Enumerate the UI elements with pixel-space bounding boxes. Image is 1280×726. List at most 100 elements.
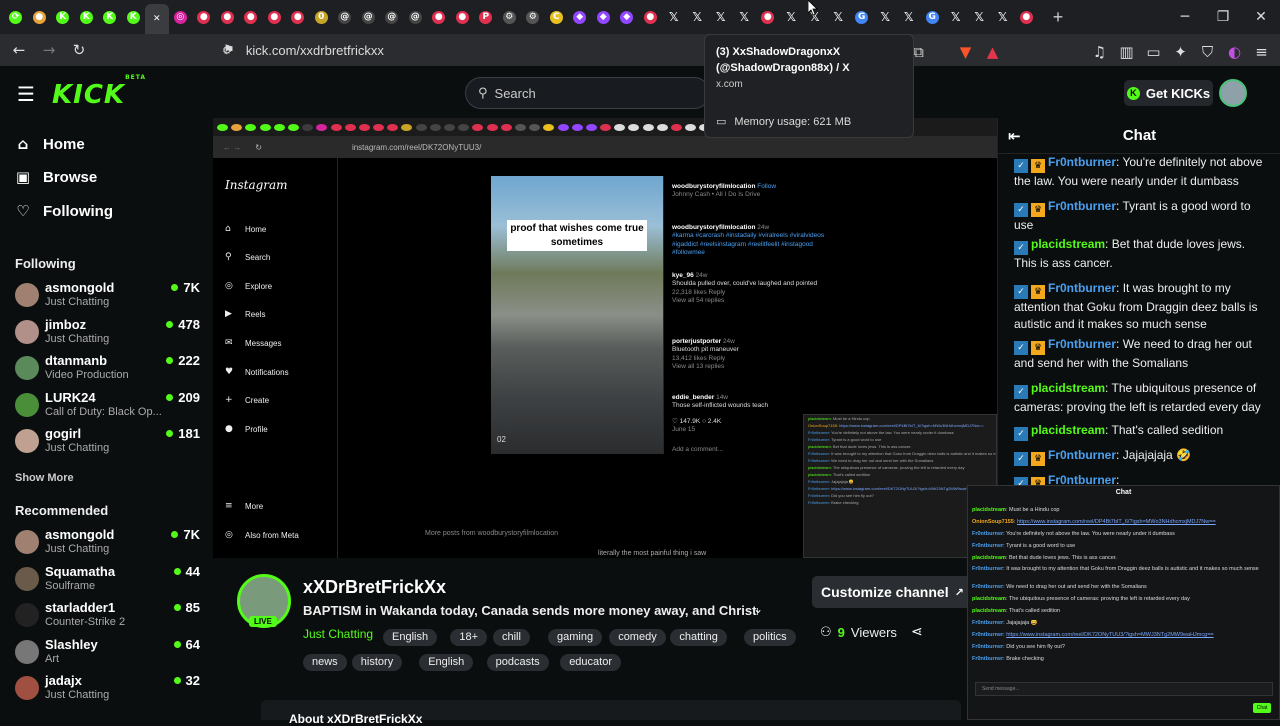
browser-tab[interactable]: K [98, 4, 122, 30]
channel-name[interactable]: xXDrBretFrickXx [303, 577, 446, 598]
browser-tab[interactable]: ● [263, 4, 287, 30]
browser-tab[interactable]: 𝕏 [897, 4, 921, 30]
stream-tag[interactable]: politics [744, 629, 796, 646]
brave-shield-icon[interactable]: ▼ [953, 38, 978, 66]
browser-tab[interactable]: K [51, 4, 75, 30]
media-icon[interactable]: ♫ [1087, 38, 1112, 66]
stream-tag[interactable]: gaming [548, 629, 603, 646]
browser-tab[interactable]: P [474, 4, 498, 30]
browser-tab[interactable]: G [850, 4, 874, 30]
sidebar-channel[interactable]: asmongold Just Chatting 7K [15, 278, 200, 312]
minimize-icon[interactable]: ─ [1166, 0, 1204, 34]
chat-username[interactable]: placidstream [1031, 381, 1105, 395]
sidebar-channel[interactable]: dtanmanb Video Production 222 [15, 351, 200, 385]
brave-rewards-icon[interactable]: ▲ [980, 38, 1005, 66]
browser-tab[interactable]: ◆ [568, 4, 592, 30]
wallet-icon[interactable]: ▭ [1141, 38, 1166, 66]
close-window-icon[interactable]: ✕ [1242, 0, 1280, 34]
browser-tab[interactable]: 𝕏 [944, 4, 968, 30]
browser-tab[interactable]: C [545, 4, 569, 30]
browser-tab[interactable]: ✕ [145, 4, 169, 34]
browser-tab[interactable]: ● [1015, 4, 1039, 30]
chat-username[interactable]: placidstream [1031, 237, 1105, 251]
browser-tab[interactable]: ● [427, 4, 451, 30]
overlay-chat-button[interactable]: Chat [1253, 703, 1271, 713]
browser-tab[interactable]: 0 [310, 4, 334, 30]
forward-icon[interactable]: → [34, 36, 64, 64]
nav-browse[interactable]: ▣ Browse [15, 168, 97, 186]
browser-tab[interactable]: ● [216, 4, 240, 30]
new-tab-icon[interactable]: + [1046, 5, 1070, 29]
browser-tab[interactable]: G [921, 4, 945, 30]
browser-tab[interactable]: 𝕏 [733, 4, 757, 30]
stream-player[interactable]: ← → ↻ instagram.com/reel/DK72ONyTUU3/ In… [213, 118, 997, 558]
browser-tab[interactable]: @ [333, 4, 357, 30]
stream-tag[interactable]: 18+ [450, 629, 488, 646]
browser-tab[interactable]: 𝕏 [991, 4, 1015, 30]
chevron-down-icon[interactable]: ⌄ [753, 602, 763, 616]
stream-tag[interactable]: podcasts [486, 654, 549, 671]
sidebar-channel[interactable]: asmongold Just Chatting 7K [15, 525, 200, 559]
chat-username[interactable]: placidstream [1031, 423, 1105, 437]
browser-tab[interactable]: ● [239, 4, 263, 30]
stream-tag[interactable]: history [351, 654, 403, 671]
stream-tag[interactable]: English [383, 629, 438, 646]
nav-home[interactable]: ⌂ Home [15, 135, 85, 153]
browser-tab[interactable]: 𝕏 [968, 4, 992, 30]
sidebar-channel[interactable]: jimboz Just Chatting 478 [15, 315, 200, 349]
browser-tab[interactable]: 𝕏 [874, 4, 898, 30]
sidebar-channel[interactable]: starladder1 Counter-Strike 2 85 [15, 598, 200, 632]
browser-tab[interactable]: ● [192, 4, 216, 30]
menu-icon[interactable]: ≡ [1249, 38, 1274, 66]
browser-tab[interactable]: ◆ [615, 4, 639, 30]
sidebar-channel[interactable]: gogirl Just Chatting 181 [15, 424, 200, 458]
sidebar-channel[interactable]: Slashley Art 64 [15, 635, 200, 669]
overlay-message-input[interactable]: Send message... [975, 682, 1273, 696]
sidebar-channel[interactable]: jadajx Just Chatting 32 [15, 671, 200, 705]
reload-icon[interactable]: ↻ [64, 36, 94, 64]
extension-icon[interactable]: ◐ [1222, 38, 1247, 66]
show-more-button[interactable]: Show More [15, 472, 74, 484]
browser-tab[interactable]: 𝕏 [709, 4, 733, 30]
browser-tab[interactable]: ● [28, 4, 52, 30]
browser-tab[interactable]: ⚙ [521, 4, 545, 30]
hamburger-menu-icon[interactable]: ☰ [17, 82, 35, 106]
browser-tab[interactable]: ◎ [169, 4, 193, 30]
browser-tab[interactable]: 𝕏 [686, 4, 710, 30]
customize-channel-button[interactable]: Customize channel ↗ [812, 576, 972, 608]
stream-tag[interactable]: chill [493, 629, 530, 646]
browser-tab[interactable]: @ [404, 4, 428, 30]
browser-tab[interactable]: ● [286, 4, 310, 30]
leo-icon[interactable]: ✦ [1168, 38, 1193, 66]
collapse-chat-icon[interactable]: ⇤ [1008, 127, 1021, 145]
browser-tab[interactable]: ⚙ [498, 4, 522, 30]
search-input[interactable]: ⚲ Search [465, 77, 710, 109]
browser-tab[interactable]: ● [451, 4, 475, 30]
back-icon[interactable]: ← [4, 36, 34, 64]
chat-username[interactable]: Fr0ntburner [1048, 281, 1116, 295]
sidebar-icon[interactable]: ▥ [1114, 38, 1139, 66]
chat-username[interactable]: Fr0ntburner [1048, 155, 1116, 169]
chat-username[interactable]: Fr0ntburner [1048, 199, 1116, 213]
restore-icon[interactable]: ❐ [1204, 0, 1242, 34]
browser-tab[interactable]: @ [357, 4, 381, 30]
browser-tab[interactable]: 𝕏 [827, 4, 851, 30]
browser-tab[interactable]: ● [756, 4, 780, 30]
browser-tab[interactable]: K [75, 4, 99, 30]
share-icon[interactable]: ⋖ [911, 624, 923, 640]
browser-tab[interactable]: ⟳ [4, 4, 28, 30]
stream-tag[interactable]: comedy [609, 629, 666, 646]
nav-following[interactable]: ♡ Following [15, 202, 113, 220]
browser-tab[interactable]: 𝕏 [780, 4, 804, 30]
browser-tab[interactable]: @ [380, 4, 404, 30]
browser-tab[interactable]: 𝕏 [662, 4, 686, 30]
chat-username[interactable]: Fr0ntburner [1048, 337, 1116, 351]
sidebar-channel[interactable]: Squamatha Soulframe 44 [15, 562, 200, 596]
get-kicks-button[interactable]: K Get KICKs [1124, 80, 1213, 106]
stream-tag[interactable]: chatting [670, 629, 727, 646]
stream-tag[interactable]: educator [560, 654, 621, 671]
stream-tag[interactable]: news [303, 654, 347, 671]
vpn-icon[interactable]: ⛉ [1195, 38, 1220, 66]
stream-tag[interactable]: English [419, 654, 474, 671]
browser-tab[interactable]: ◆ [592, 4, 616, 30]
